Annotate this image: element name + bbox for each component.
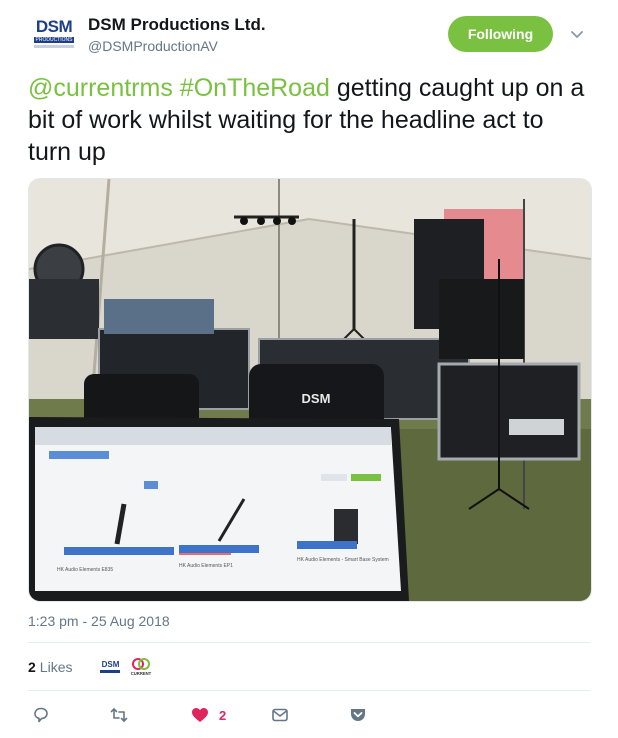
avatar-logo-bar: PRODUCTIONS xyxy=(34,37,74,43)
like-count: 2 xyxy=(219,707,227,723)
liker-dsm-text: DSM xyxy=(101,660,120,669)
laptop-item-2: HK Audio Elements EP1 xyxy=(179,563,233,569)
reply-icon xyxy=(34,707,48,723)
retweet-icon xyxy=(110,708,128,722)
tweet-photo[interactable]: DSM HK Audio Elements E835 HK Audio Elem… xyxy=(28,178,592,602)
pocket-icon xyxy=(351,709,365,721)
mention-link[interactable]: @currentrms xyxy=(28,74,173,102)
avatar[interactable]: DSM PRODUCTIONS xyxy=(32,18,76,58)
divider xyxy=(28,642,590,643)
likes-row: 2 Likes DSM CURRENT xyxy=(28,653,152,681)
retweet-button[interactable] xyxy=(110,705,128,725)
photo-stage-tent: DSM HK Audio Elements E835 HK Audio Elem… xyxy=(29,179,591,601)
chair-dsm-logo: DSM xyxy=(302,391,331,406)
liker-current-text: CURRENT xyxy=(131,671,152,676)
chevron-down-icon[interactable] xyxy=(570,28,584,42)
following-button[interactable]: Following xyxy=(448,16,553,52)
direct-message-button[interactable] xyxy=(271,705,289,725)
laptop-item-3: HK Audio Elements - Smart Base System xyxy=(297,557,389,563)
tweet-timestamp[interactable]: 1:23 pm - 25 Aug 2018 xyxy=(28,613,170,629)
hashtag-link[interactable]: #OnTheRoad xyxy=(180,74,330,102)
liker-avatar-dsm[interactable]: DSM xyxy=(100,660,121,673)
heart-icon xyxy=(192,708,208,722)
likes-count[interactable]: 2 xyxy=(28,659,36,675)
avatar-logo-stripe xyxy=(34,45,74,48)
avatar-logo-text: DSM xyxy=(35,17,73,36)
user-handle[interactable]: @DSMProductionAV xyxy=(88,36,266,56)
display-name[interactable]: DSM Productions Ltd. xyxy=(88,14,266,36)
save-to-pocket-button[interactable] xyxy=(349,705,367,725)
liker-avatar-current[interactable]: CURRENT xyxy=(130,656,152,678)
like-button[interactable]: 2 xyxy=(191,705,226,725)
user-info[interactable]: DSM Productions Ltd. @DSMProductionAV xyxy=(88,14,266,56)
divider xyxy=(28,690,590,691)
envelope-icon xyxy=(272,708,288,722)
reply-button[interactable] xyxy=(32,705,50,725)
likes-label[interactable]: Likes xyxy=(40,659,73,675)
laptop-item-1: HK Audio Elements E835 xyxy=(57,567,113,573)
tweet-header: DSM PRODUCTIONS DSM Productions Ltd. @DS… xyxy=(28,12,598,60)
tweet-text: @currentrms #OnTheRoad getting caught up… xyxy=(28,72,593,168)
tweet-actions: 2 xyxy=(28,703,588,727)
